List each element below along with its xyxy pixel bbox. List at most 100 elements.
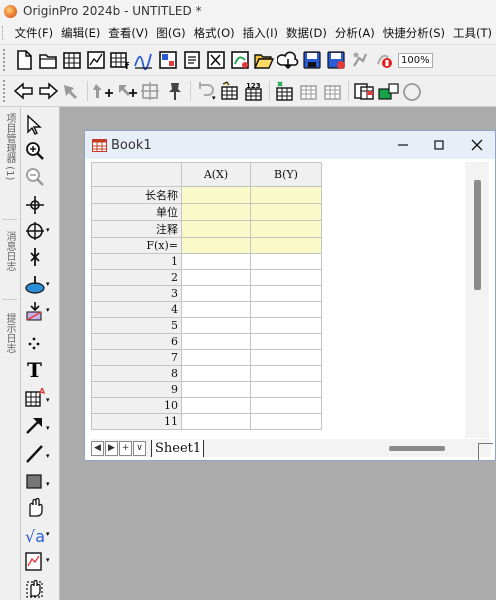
new-graph-icon[interactable] bbox=[85, 49, 107, 71]
menu-tools[interactable]: 工具(T) bbox=[449, 25, 496, 41]
data-cell[interactable] bbox=[250, 381, 322, 398]
cell-a-comments[interactable] bbox=[181, 220, 251, 238]
new-workbook-icon[interactable] bbox=[61, 49, 83, 71]
toolbar-grip[interactable] bbox=[3, 49, 8, 71]
stop-script-icon[interactable] bbox=[373, 49, 395, 71]
pin-icon[interactable] bbox=[164, 80, 186, 102]
menu-analysis[interactable]: 分析(A) bbox=[331, 25, 379, 41]
new-project-icon[interactable] bbox=[13, 49, 35, 71]
row-header[interactable]: 7 bbox=[91, 349, 182, 366]
new-function-plot-icon[interactable] bbox=[229, 49, 251, 71]
arrange-icon[interactable] bbox=[140, 80, 162, 102]
cell-a-long-name[interactable] bbox=[181, 186, 251, 204]
worksheet-grid[interactable]: A(X) B(Y) 长名称 单位 注释 F(x)= 1 2 3 4 5 6 7 … bbox=[91, 162, 463, 438]
split-workbook-icon[interactable] bbox=[377, 80, 399, 102]
fill-normal-random-icon[interactable] bbox=[298, 80, 320, 102]
data-cell[interactable] bbox=[181, 269, 251, 286]
add-column-icon[interactable] bbox=[92, 80, 114, 102]
fill-row-numbers-icon[interactable]: 123 bbox=[243, 80, 265, 102]
menu-insert[interactable]: 插入(I) bbox=[239, 25, 282, 41]
row-header[interactable]: 4 bbox=[91, 301, 182, 318]
add-row-icon[interactable] bbox=[116, 80, 138, 102]
new-matrix-icon[interactable]: f bbox=[109, 49, 131, 71]
data-cell[interactable] bbox=[181, 333, 251, 350]
set-column-values-icon[interactable] bbox=[219, 80, 241, 102]
rectangle-tool-icon[interactable]: ▾ bbox=[21, 469, 59, 493]
tab-messages-log[interactable]: 消息日志 bbox=[0, 231, 19, 271]
row-label-comments[interactable]: 注释 bbox=[91, 220, 182, 238]
row-header[interactable]: 2 bbox=[91, 269, 182, 286]
move-object-hand-icon[interactable] bbox=[21, 575, 59, 599]
menu-graph[interactable]: 图(G) bbox=[152, 25, 189, 41]
menu-format[interactable]: 格式(O) bbox=[190, 25, 239, 41]
maximize-button[interactable] bbox=[421, 131, 457, 159]
row-header[interactable]: 3 bbox=[91, 285, 182, 302]
data-cell[interactable] bbox=[181, 301, 251, 318]
data-cell[interactable] bbox=[250, 253, 322, 270]
insert-graph-tool-icon[interactable]: ▾ bbox=[21, 549, 59, 573]
data-cell[interactable] bbox=[181, 253, 251, 270]
row-header[interactable]: 6 bbox=[91, 333, 182, 350]
move-down-left-icon[interactable] bbox=[61, 80, 83, 102]
row-header[interactable]: 8 bbox=[91, 365, 182, 382]
minimize-button[interactable] bbox=[385, 131, 421, 159]
horizontal-scrollbar[interactable] bbox=[381, 443, 461, 453]
corner-cell[interactable] bbox=[91, 162, 182, 187]
data-cell[interactable] bbox=[181, 413, 251, 430]
data-cell[interactable] bbox=[250, 317, 322, 334]
close-button[interactable] bbox=[459, 131, 495, 159]
horizontal-scroll-thumb[interactable] bbox=[389, 446, 445, 451]
data-cell[interactable] bbox=[250, 349, 322, 366]
column-header-b[interactable]: B(Y) bbox=[250, 162, 322, 187]
new-layout-icon[interactable] bbox=[157, 49, 179, 71]
cell-a-units[interactable] bbox=[181, 203, 251, 221]
open-template-icon[interactable] bbox=[277, 49, 299, 71]
zoom-combo[interactable]: 100% bbox=[398, 52, 433, 68]
row-header[interactable]: 9 bbox=[91, 381, 182, 398]
add-table-tool-icon[interactable]: A ▾ bbox=[21, 385, 59, 409]
menu-quick-analysis[interactable]: 快捷分析(S) bbox=[379, 25, 449, 41]
pan-hand-tool-icon[interactable] bbox=[21, 495, 59, 519]
fill-uniform-icon[interactable] bbox=[322, 80, 344, 102]
resize-grip[interactable] bbox=[478, 443, 493, 460]
row-header[interactable]: 10 bbox=[91, 397, 182, 414]
menu-view[interactable]: 查看(V) bbox=[104, 25, 152, 41]
data-cell[interactable] bbox=[181, 349, 251, 366]
data-cell[interactable] bbox=[181, 365, 251, 382]
next-sheet-button[interactable]: ▶ bbox=[105, 440, 118, 456]
cell-b-units[interactable] bbox=[250, 203, 322, 221]
new-folder-icon[interactable] bbox=[37, 49, 59, 71]
column-header-a[interactable]: A(X) bbox=[181, 162, 251, 187]
vertical-scrollbar[interactable] bbox=[465, 162, 489, 438]
data-cell[interactable] bbox=[181, 285, 251, 302]
cell-b-long-name[interactable] bbox=[250, 186, 322, 204]
cell-b-fx[interactable] bbox=[250, 237, 322, 254]
equation-tool-icon[interactable]: √a ▾ bbox=[21, 523, 59, 547]
fill-random-icon[interactable] bbox=[274, 80, 296, 102]
data-cell[interactable] bbox=[181, 397, 251, 414]
data-cell[interactable] bbox=[250, 413, 322, 430]
menu-data[interactable]: 数据(D) bbox=[282, 25, 331, 41]
data-reader-tool-icon[interactable]: ▾ bbox=[21, 219, 59, 243]
data-cell[interactable] bbox=[250, 269, 322, 286]
menu-file[interactable]: 文件(F) bbox=[11, 25, 58, 41]
more-tools-icon[interactable] bbox=[401, 80, 423, 102]
tab-project-explorer[interactable]: 项目管理器 (1) bbox=[0, 113, 19, 180]
row-label-long-name[interactable]: 长名称 bbox=[91, 186, 182, 204]
recalculate-icon[interactable] bbox=[349, 49, 371, 71]
cell-b-comments[interactable] bbox=[250, 220, 322, 238]
data-cell[interactable] bbox=[250, 285, 322, 302]
open-icon[interactable] bbox=[253, 49, 275, 71]
add-sheet-button[interactable]: + bbox=[119, 440, 132, 456]
data-cell[interactable] bbox=[250, 301, 322, 318]
data-cell[interactable] bbox=[250, 365, 322, 382]
row-label-units[interactable]: 单位 bbox=[91, 203, 182, 221]
book-title-bar[interactable]: Book1 bbox=[85, 131, 495, 159]
region-of-interest-tool-icon[interactable]: ▾ bbox=[21, 273, 59, 297]
toolbar-grip-2[interactable] bbox=[3, 80, 8, 102]
cell-a-fx[interactable] bbox=[181, 237, 251, 254]
tab-smart-hint-log[interactable]: 提示日志 bbox=[0, 313, 19, 353]
move-right-icon[interactable] bbox=[37, 80, 59, 102]
tab-sheet1[interactable]: Sheet1 bbox=[151, 439, 205, 457]
pointer-tool-icon[interactable] bbox=[21, 113, 59, 137]
